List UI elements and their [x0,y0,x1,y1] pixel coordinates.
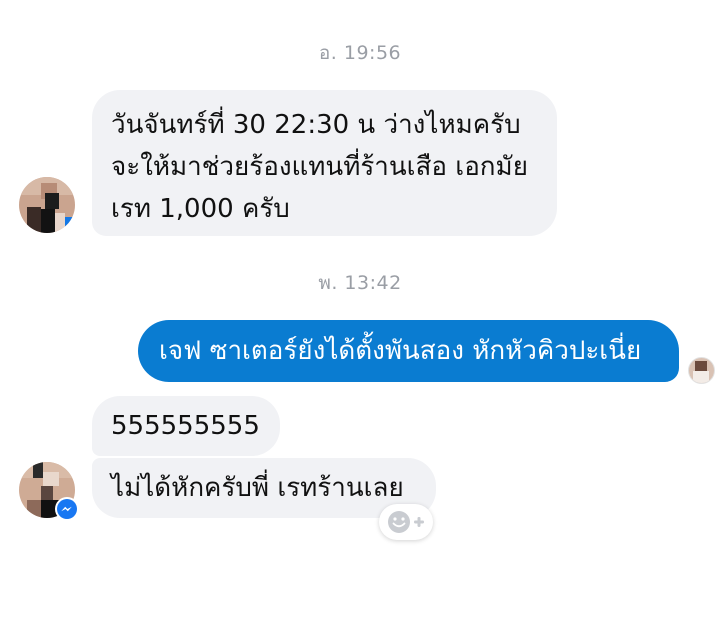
incoming-message-bubble[interactable]: 555555555 [92,396,280,456]
message-line: จะให้มาช่วยร้องแทนที่ร้านเสือ เอกมัย [111,152,528,182]
outgoing-message-bubble[interactable]: เจฟ ซาเตอร์ยังได้ตั้งพันสอง หักหัวคิวปะเ… [138,320,679,382]
timestamp: อ. 19:56 [318,42,402,64]
message-text: 555555555 [111,411,260,441]
message-text: ไม่ได้หักครับพี่ เรทร้านเลย [111,473,404,503]
contact-avatar[interactable] [19,177,75,233]
messenger-badge-icon [55,497,79,521]
add-reaction-button[interactable] [379,504,433,540]
add-reaction-icon [388,511,424,533]
message-line: วันจันทร์ที่ 30 22:30 น ว่างไหมครับ [111,110,521,140]
seen-avatar [688,357,715,384]
message-line: เรท 1,000 ครับ [111,194,290,224]
incoming-message-bubble[interactable]: วันจันทร์ที่ 30 22:30 น ว่างไหมครับ จะให… [92,90,557,236]
message-text: เจฟ ซาเตอร์ยังได้ตั้งพันสอง หักหัวคิวปะเ… [159,336,642,366]
timestamp: พ. 13:42 [318,272,402,294]
